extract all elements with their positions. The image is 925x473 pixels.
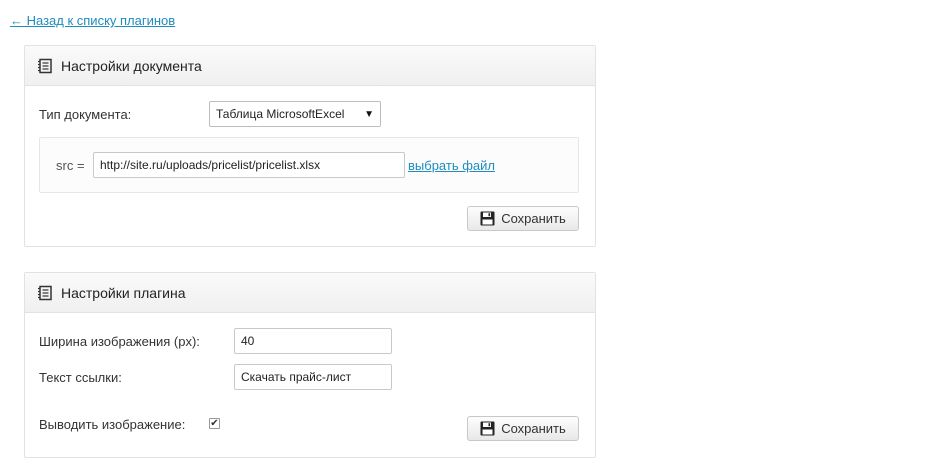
pick-file-link[interactable]: выбрать файл [408,158,495,173]
document-settings-header: Настройки документа [25,46,595,86]
show-image-label: Выводить изображение: [39,417,186,432]
plugin-save-button[interactable]: Сохранить [467,416,579,441]
doc-type-selected-value: Таблица MicrosoftExcel [216,107,345,121]
link-text-input[interactable]: Скачать прайс-лист [234,364,392,390]
src-input[interactable]: http://site.ru/uploads/pricelist/priceli… [93,152,405,178]
book-icon [37,58,53,74]
src-container: src = http://site.ru/uploads/pricelist/p… [39,137,579,193]
document-settings-panel: Настройки документа Тип документа: Табли… [24,45,596,247]
document-save-label: Сохранить [501,211,566,226]
show-image-checkbox[interactable]: ✔ [209,418,220,429]
src-label: src = [56,158,85,173]
floppy-disk-icon [480,211,495,226]
back-to-plugins-link[interactable]: ← Назад к списку плагинов [10,13,175,28]
link-text-label: Текст ссылки: [39,370,122,385]
image-width-input[interactable]: 40 [234,328,392,354]
checkmark-icon: ✔ [210,417,219,429]
document-settings-title: Настройки документа [61,57,202,74]
plugin-settings-title: Настройки плагина [61,284,186,301]
plugin-save-label: Сохранить [501,421,566,436]
image-width-label: Ширина изображения (px): [39,334,200,349]
doc-type-select[interactable]: Таблица MicrosoftExcel ▼ [209,101,381,127]
document-save-button[interactable]: Сохранить [467,206,579,231]
plugin-settings-header: Настройки плагина [25,273,595,313]
doc-type-label: Тип документа: [39,107,132,122]
dropdown-arrow-icon: ▼ [364,108,374,120]
plugin-settings-panel: Настройки плагина Ширина изображения (px… [24,272,596,458]
book-icon [37,285,53,301]
floppy-disk-icon [480,421,495,436]
